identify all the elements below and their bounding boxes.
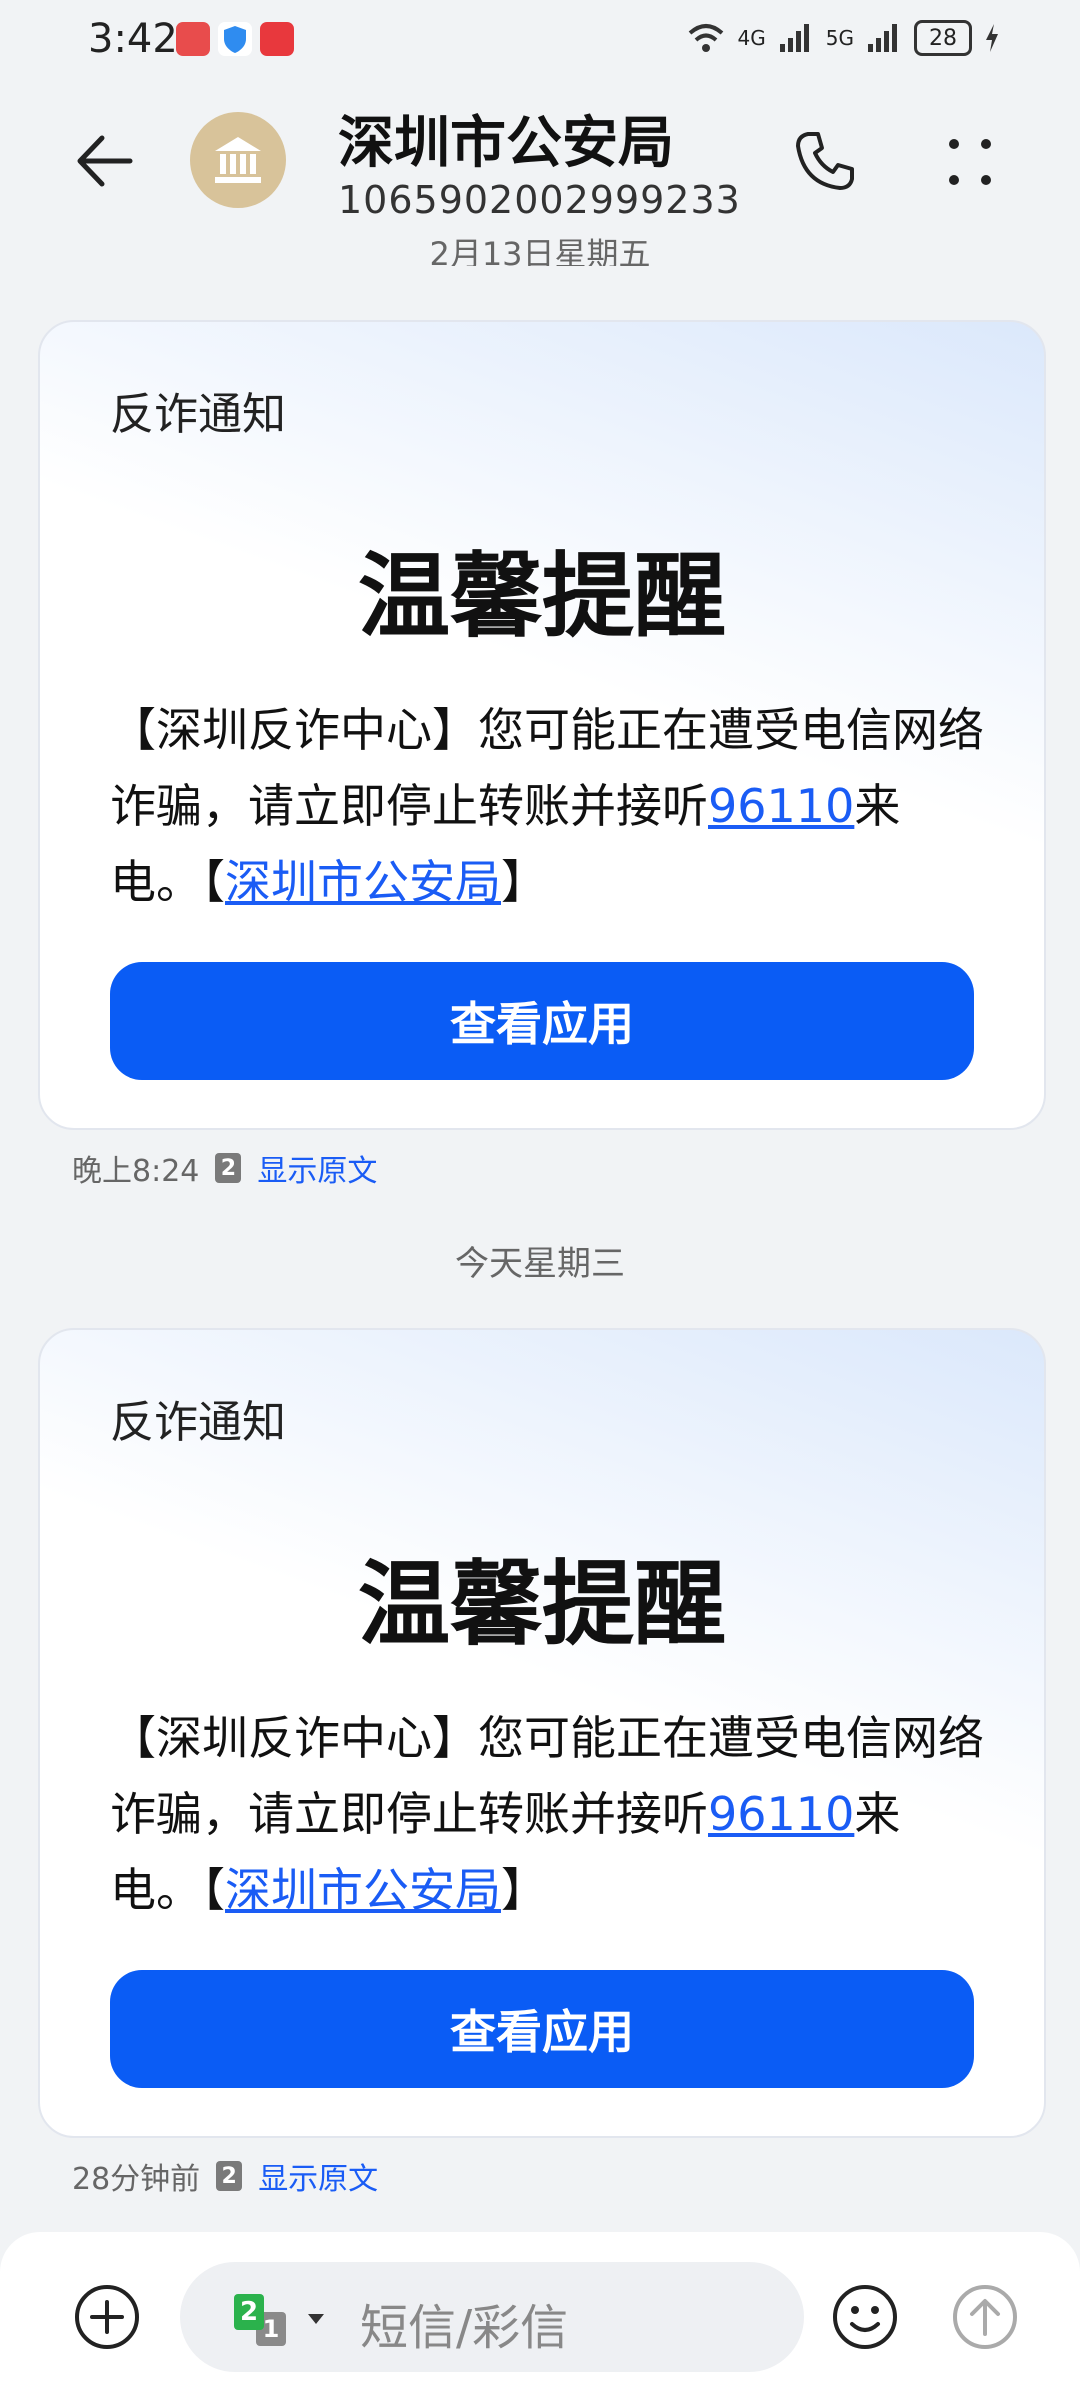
phone-icon xyxy=(796,132,854,190)
status-time: 3:42 xyxy=(88,16,178,62)
back-arrow-icon xyxy=(77,135,133,187)
pay-app-icon xyxy=(260,22,294,56)
smiley-icon xyxy=(833,2285,897,2349)
phone-link[interactable]: 96110 xyxy=(708,779,854,833)
more-dots-icon xyxy=(949,139,991,185)
sim-primary-badge: 2 xyxy=(234,2294,264,2330)
signal-icon-2 xyxy=(868,24,897,52)
message-meta: 晚上8:24 2 显示原文 xyxy=(72,1146,377,1190)
emoji-button[interactable] xyxy=(830,2282,900,2352)
date-separator: 今天星期三 xyxy=(455,1244,625,1284)
contact-avatar[interactable] xyxy=(190,112,286,208)
send-arrow-icon xyxy=(953,2285,1017,2349)
card-tag: 反诈通知 xyxy=(110,1397,286,1448)
contact-number: 1065902002999233 xyxy=(338,178,741,222)
battery-indicator: 28 xyxy=(914,20,972,56)
view-app-button[interactable]: 查看应用 xyxy=(110,1970,974,2088)
government-building-icon xyxy=(215,137,261,183)
show-original-link[interactable]: 显示原文 xyxy=(257,1146,377,1190)
network-5g: 5G xyxy=(825,26,854,50)
network-4g: 4G xyxy=(737,26,766,50)
huawei-app-icon xyxy=(176,22,210,56)
status-bar: 3:42 4G 5G 28 xyxy=(0,0,1080,80)
org-link[interactable]: 深圳市公安局 xyxy=(225,1863,501,1917)
plus-circle-icon xyxy=(75,2285,139,2349)
show-original-link[interactable]: 显示原文 xyxy=(258,2154,378,2198)
call-button[interactable] xyxy=(790,126,860,196)
message-input-placeholder: 短信/彩信 xyxy=(360,2300,569,2356)
signal-icon xyxy=(779,24,809,52)
message-time: 28分钟前 xyxy=(72,2162,201,2197)
attach-button[interactable] xyxy=(72,2282,142,2352)
view-app-button[interactable]: 查看应用 xyxy=(110,962,974,1080)
message-input[interactable]: 1 2 短信/彩信 xyxy=(180,2262,804,2372)
send-button[interactable] xyxy=(950,2282,1020,2352)
status-indicators: 4G 5G 28 xyxy=(686,20,1000,56)
date-separator-top: 2月13日星期五 xyxy=(429,235,651,266)
message-card: 反诈通知 温馨提醒 【深圳反诈中心】您可能正在遭受电信网络诈骗，请立即停止转账并… xyxy=(38,320,1046,1130)
phone-link[interactable]: 96110 xyxy=(708,1787,854,1841)
message-meta: 28分钟前 2 显示原文 xyxy=(72,2154,378,2198)
wifi-icon xyxy=(688,24,723,52)
message-composer: 1 2 短信/彩信 xyxy=(0,2232,1080,2400)
charging-icon xyxy=(986,24,998,52)
card-tag: 反诈通知 xyxy=(110,389,286,440)
sim-badge: 2 xyxy=(215,1153,242,1183)
chevron-down-icon xyxy=(308,2314,324,2324)
message-time: 晚上8:24 xyxy=(72,1154,200,1189)
message-card: 反诈通知 温馨提醒 【深圳反诈中心】您可能正在遭受电信网络诈骗，请立即停止转账并… xyxy=(38,1328,1046,2138)
more-options-button[interactable] xyxy=(940,132,1000,192)
card-headline: 温馨提醒 xyxy=(357,543,726,650)
back-button[interactable] xyxy=(70,126,140,196)
contact-name: 深圳市公安局 xyxy=(338,111,674,176)
sim-selector[interactable]: 1 2 xyxy=(228,2288,324,2348)
card-headline: 温馨提醒 xyxy=(357,1551,726,1658)
conversation-header: 深圳市公安局 1065902002999233 xyxy=(0,80,1080,250)
org-link[interactable]: 深圳市公安局 xyxy=(225,855,501,909)
shield-app-icon xyxy=(218,22,252,56)
message-text: 【深圳反诈中心】您可能正在遭受电信网络诈骗，请立即停止转账并接听96110来电。… xyxy=(110,1711,984,1917)
message-text: 【深圳反诈中心】您可能正在遭受电信网络诈骗，请立即停止转账并接听96110来电。… xyxy=(110,703,984,909)
sim-badge: 2 xyxy=(216,2161,243,2191)
